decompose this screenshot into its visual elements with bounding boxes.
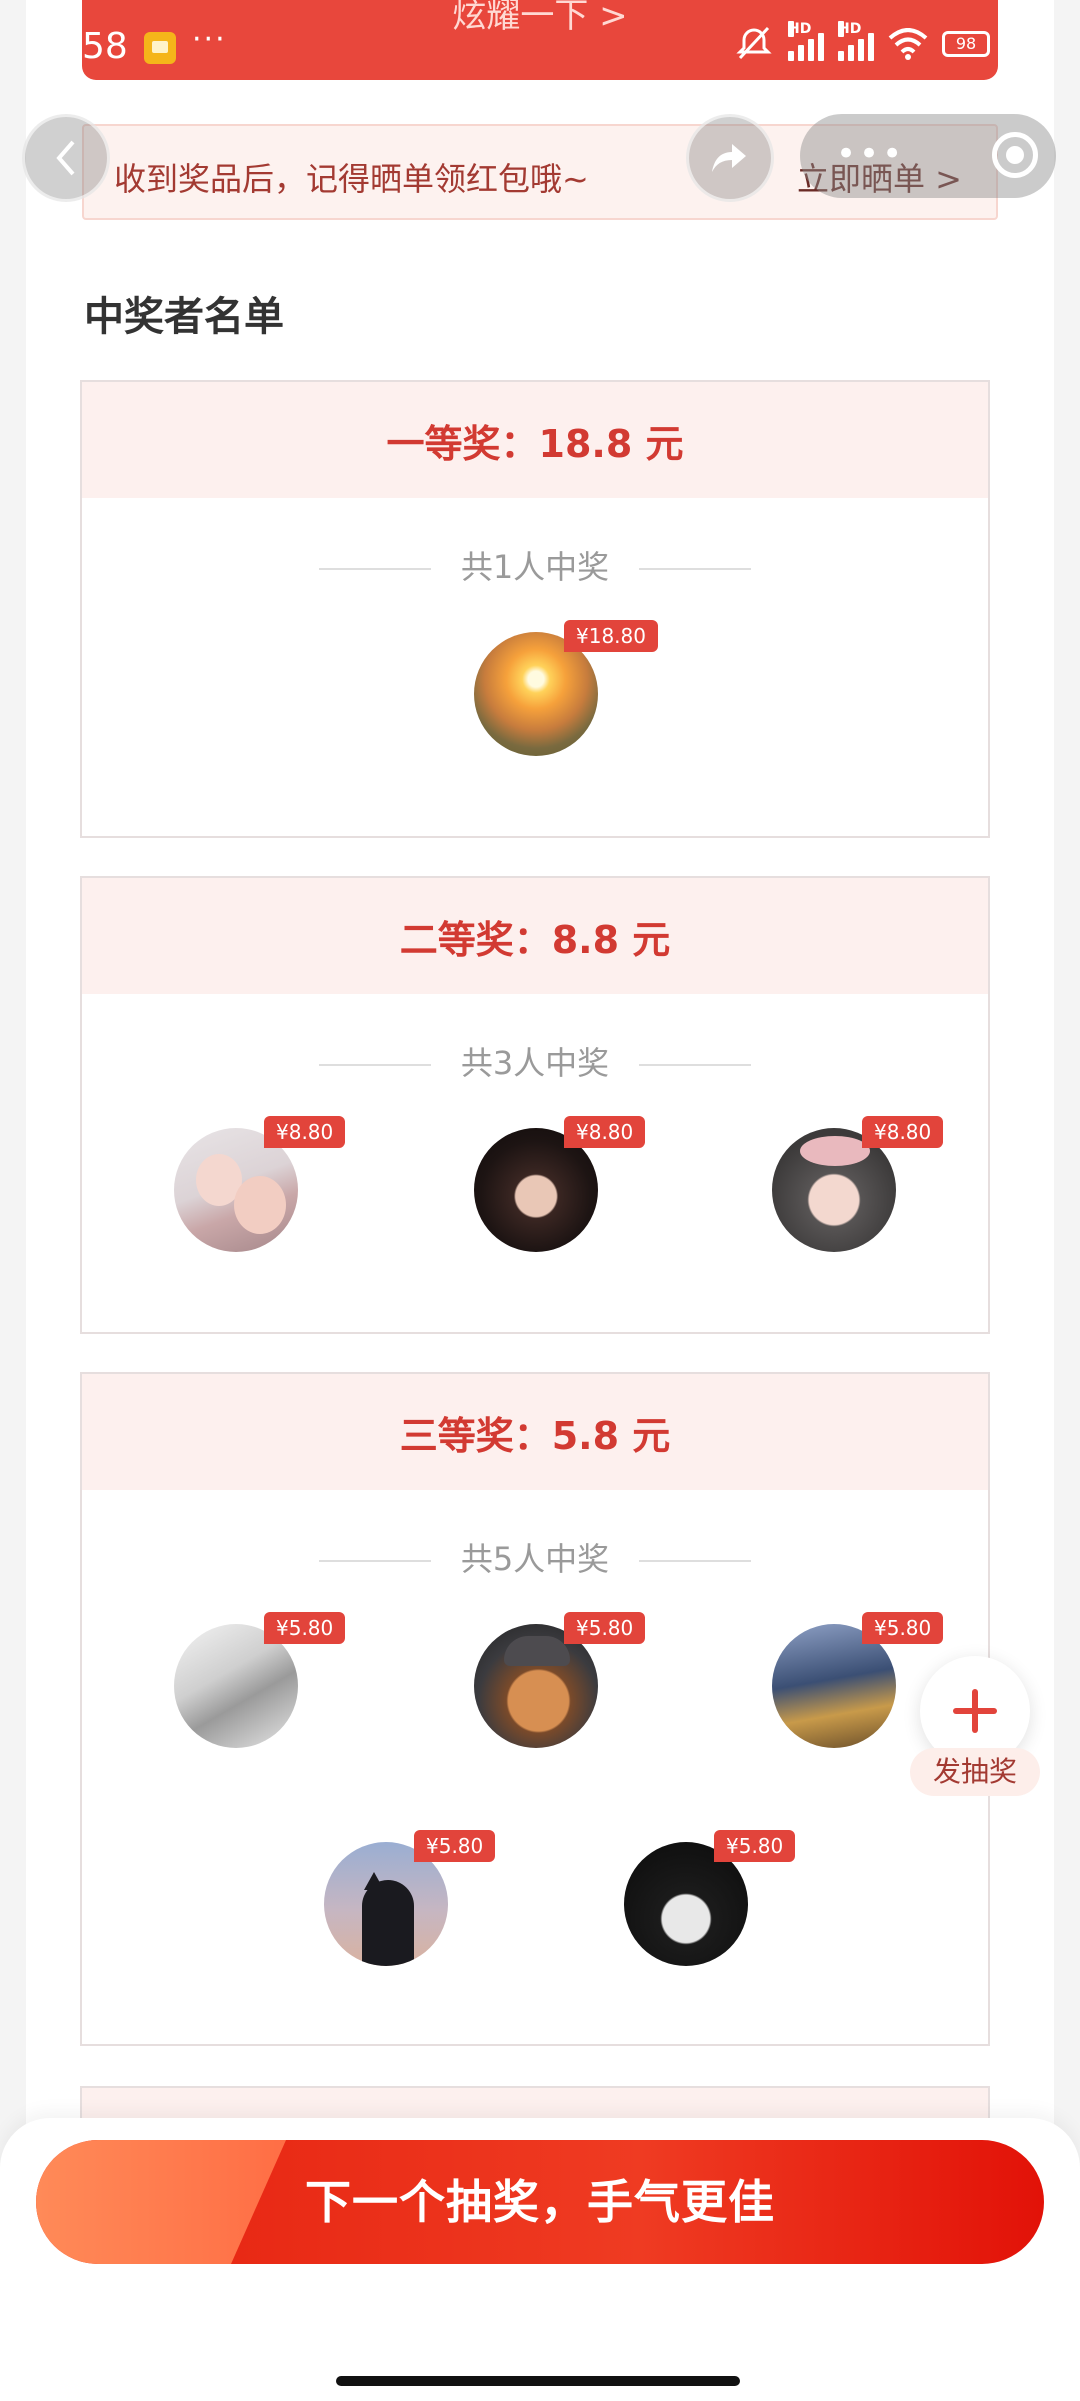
capsule-menu[interactable]: ••• <box>800 114 1056 198</box>
close-miniapp-icon[interactable] <box>992 132 1038 178</box>
status-icons: HD HD 98 <box>734 21 990 62</box>
divider <box>639 1560 752 1562</box>
winner-avatar[interactable]: ¥5.80 <box>474 1612 646 1748</box>
prize-amount-tag: ¥8.80 <box>264 1116 346 1148</box>
prize-card-third: 三等奖：5.8 元 共5人中奖 ¥5.80 ¥5.80 ¥5.80 ¥5.80 … <box>80 1372 990 2046</box>
wifi-icon <box>888 28 928 60</box>
winner-avatar[interactable]: ¥8.80 <box>474 1116 646 1252</box>
more-notifications-icon: ··· <box>192 22 227 57</box>
signal-icon: HD <box>788 21 824 61</box>
divider <box>318 1560 431 1562</box>
prize-amount-tag: ¥8.80 <box>564 1116 646 1148</box>
divider <box>639 1064 752 1066</box>
section-title: 中奖者名单 <box>84 294 284 340</box>
winner-count-text: 共1人中奖 <box>460 548 610 586</box>
prize-amount-tag: ¥5.80 <box>564 1612 646 1644</box>
winner-count: 共3人中奖 <box>82 1038 988 1084</box>
winner-count: 共5人中奖 <box>82 1534 988 1580</box>
next-lottery-button[interactable]: 下一个抽奖，手气更佳 <box>36 2140 1044 2264</box>
share-icon <box>712 144 746 172</box>
prize-amount-tag: ¥5.80 <box>414 1830 496 1862</box>
winner-count-text: 共3人中奖 <box>460 1044 610 1082</box>
winner-avatar[interactable]: ¥5.80 <box>772 1612 944 1748</box>
divider <box>639 568 752 570</box>
status-bar: 炫耀一下 > 58 ··· HD HD 98 <box>82 0 998 80</box>
divider <box>318 568 431 570</box>
plus-icon <box>953 1689 997 1733</box>
winner-avatar[interactable]: ¥5.80 <box>174 1612 346 1748</box>
status-time: 58 <box>82 26 128 67</box>
winner-avatar[interactable]: ¥8.80 <box>174 1116 346 1252</box>
winner-avatar[interactable]: ¥8.80 <box>772 1116 944 1252</box>
publish-label: 发抽奖 <box>910 1748 1040 1796</box>
notes-app-icon <box>144 32 176 64</box>
winner-count-text: 共5人中奖 <box>460 1540 610 1578</box>
prize-card-first: 一等奖：18.8 元 共1人中奖 ¥18.80 <box>80 380 990 838</box>
prize-title: 三等奖：5.8 元 <box>82 1374 988 1490</box>
prize-title: 二等奖：8.8 元 <box>82 878 988 994</box>
winner-avatar[interactable]: ¥18.80 <box>474 620 658 756</box>
publish-lottery-button[interactable]: 发抽奖 <box>910 1656 1040 1806</box>
prize-amount-tag: ¥5.80 <box>264 1612 346 1644</box>
share-button[interactable] <box>686 114 774 202</box>
prize-card-second: 二等奖：8.8 元 共3人中奖 ¥8.80 ¥8.80 ¥8.80 <box>80 876 990 1334</box>
winner-avatar[interactable]: ¥5.80 <box>324 1830 496 1966</box>
prize-amount-tag: ¥8.80 <box>862 1116 944 1148</box>
prize-amount-tag: ¥18.80 <box>564 620 658 652</box>
prize-title: 一等奖：18.8 元 <box>82 382 988 498</box>
battery-icon: 98 <box>942 31 990 57</box>
next-lottery-label: 下一个抽奖，手气更佳 <box>305 2176 775 2228</box>
share-tip-text: 收到奖品后，记得晒单领红包哦~ <box>114 160 589 198</box>
signal-icon-2: HD <box>838 21 874 61</box>
winner-count: 共1人中奖 <box>82 542 988 588</box>
prize-amount-tag: ¥5.80 <box>862 1612 944 1644</box>
prize-amount-tag: ¥5.80 <box>714 1830 796 1862</box>
more-icon[interactable]: ••• <box>836 134 905 174</box>
home-indicator[interactable] <box>336 2376 740 2386</box>
chevron-left-icon <box>56 140 75 176</box>
divider <box>318 1064 431 1066</box>
mute-icon <box>736 26 772 60</box>
back-button[interactable] <box>22 114 110 202</box>
winner-avatar[interactable]: ¥5.80 <box>624 1830 796 1966</box>
